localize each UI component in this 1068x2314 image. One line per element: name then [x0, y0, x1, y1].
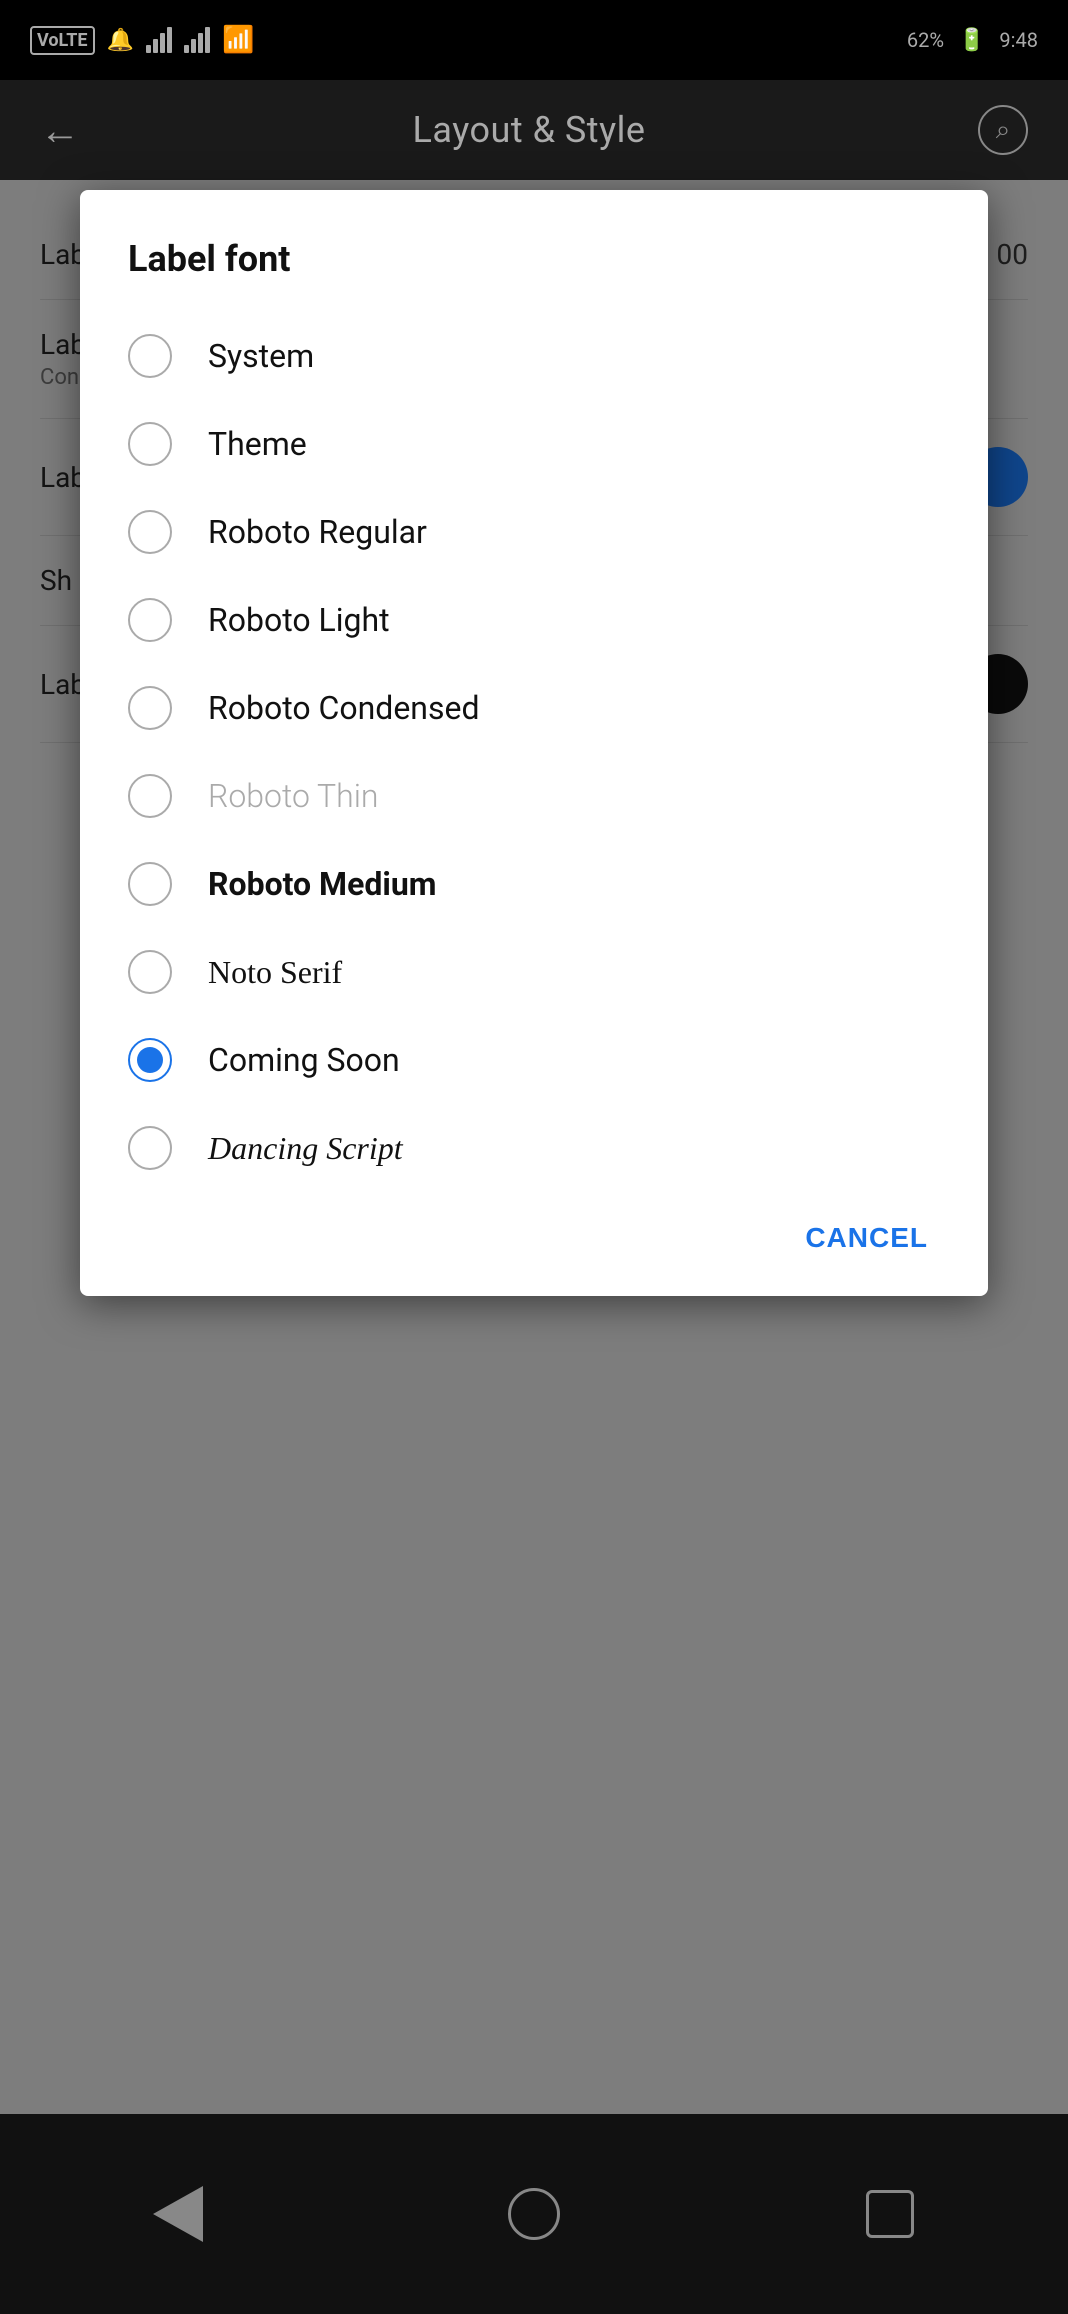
list-item[interactable]: System: [80, 312, 988, 400]
back-triangle-icon: [153, 2186, 203, 2242]
option-label-noto-serif: Noto Serif: [208, 954, 342, 991]
status-right: 62% 🔋 9:48: [907, 28, 1038, 53]
cancel-button[interactable]: CANCEL: [785, 1212, 948, 1264]
option-label-roboto-condensed: Roboto Condensed: [208, 689, 480, 727]
page-title: Layout & Style: [413, 109, 646, 151]
radio-roboto-thin[interactable]: [128, 774, 172, 818]
dialog-title: Label font: [80, 238, 988, 312]
list-item[interactable]: Roboto Light: [80, 576, 988, 664]
radio-roboto-condensed[interactable]: [128, 686, 172, 730]
font-options-list: System Theme Roboto Regular Roboto Light…: [80, 312, 988, 1192]
radio-roboto-medium[interactable]: [128, 862, 172, 906]
nav-home-button[interactable]: [494, 2174, 574, 2254]
option-label-roboto-thin: Roboto Thin: [208, 777, 379, 815]
wifi-icon: 📶: [222, 25, 254, 55]
status-left: VoLTE 🔔 📶: [30, 25, 254, 55]
option-label-coming-soon: Coming Soon: [208, 1041, 400, 1079]
dialog-footer: CANCEL: [80, 1192, 988, 1296]
radio-coming-soon[interactable]: [128, 1038, 172, 1082]
radio-roboto-regular[interactable]: [128, 510, 172, 554]
option-label-roboto-light: Roboto Light: [208, 601, 390, 639]
radio-noto-serif[interactable]: [128, 950, 172, 994]
list-item[interactable]: Roboto Condensed: [80, 664, 988, 752]
bottom-nav-bar: [0, 2114, 1068, 2314]
radio-theme[interactable]: [128, 422, 172, 466]
back-button[interactable]: ←: [40, 107, 80, 154]
search-icon: ⌕: [996, 115, 1011, 146]
radio-system[interactable]: [128, 334, 172, 378]
top-nav-bar: ← Layout & Style ⌕: [0, 80, 1068, 180]
list-item[interactable]: Theme: [80, 400, 988, 488]
list-item[interactable]: Coming Soon: [80, 1016, 988, 1104]
option-label-theme: Theme: [208, 425, 307, 463]
radio-dancing-script[interactable]: [128, 1126, 172, 1170]
home-circle-icon: [508, 2188, 560, 2240]
volte-indicator: VoLTE: [30, 26, 95, 55]
nav-recents-button[interactable]: [850, 2174, 930, 2254]
list-item[interactable]: Roboto Medium: [80, 840, 988, 928]
nav-back-button[interactable]: [138, 2174, 218, 2254]
notification-icon: 🔔: [107, 28, 134, 53]
list-item[interactable]: Noto Serif: [80, 928, 988, 1016]
status-bar: VoLTE 🔔 📶 62% 🔋 9:48: [0, 0, 1068, 80]
list-item[interactable]: Roboto Thin: [80, 752, 988, 840]
signal-bars-2: [184, 27, 210, 53]
recents-square-icon: [866, 2190, 914, 2238]
battery-icon: 🔋: [958, 28, 985, 53]
option-label-roboto-medium: Roboto Medium: [208, 865, 436, 903]
list-item[interactable]: Roboto Regular: [80, 488, 988, 576]
signal-bars-1: [146, 27, 172, 53]
option-label-roboto-regular: Roboto Regular: [208, 513, 427, 551]
option-label-dancing-script: Dancing Script: [208, 1130, 403, 1167]
clock: 9:48: [999, 28, 1038, 52]
option-label-system: System: [208, 337, 314, 375]
list-item[interactable]: Dancing Script: [80, 1104, 988, 1192]
radio-roboto-light[interactable]: [128, 598, 172, 642]
label-font-dialog: Label font System Theme Roboto Regular R…: [80, 190, 988, 1296]
search-button[interactable]: ⌕: [978, 105, 1028, 155]
battery-percent: 62%: [907, 28, 944, 52]
